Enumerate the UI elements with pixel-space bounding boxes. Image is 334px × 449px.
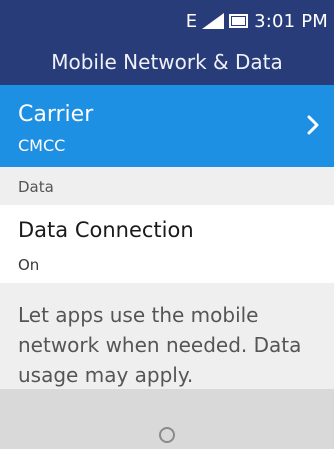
page-title: Mobile Network & Data <box>51 50 283 74</box>
signal-icon <box>202 13 225 29</box>
section-label: Data <box>18 178 54 196</box>
carrier-label: Carrier <box>18 102 94 127</box>
status-bar: E 3:01 PM <box>186 8 328 34</box>
section-header-data: Data <box>0 167 334 205</box>
description-text: Let apps use the mobile network when nee… <box>18 303 302 387</box>
carrier-value: CMCC <box>18 136 66 155</box>
network-type-indicator: E <box>185 10 198 32</box>
carrier-list-item[interactable]: Carrier CMCC <box>0 85 334 167</box>
app-header: E 3:01 PM Mobile Network & Data <box>0 0 334 85</box>
data-connection-list-item[interactable]: Data Connection On <box>0 205 334 283</box>
center-softkey-circle-icon[interactable] <box>158 426 176 448</box>
battery-icon <box>229 14 249 28</box>
data-connection-label: Data Connection <box>18 218 194 242</box>
chevron-right-icon <box>306 114 320 140</box>
status-time: 3:01 PM <box>254 10 328 32</box>
description-panel: Let apps use the mobile network when nee… <box>0 283 334 389</box>
data-connection-value: On <box>18 256 40 274</box>
